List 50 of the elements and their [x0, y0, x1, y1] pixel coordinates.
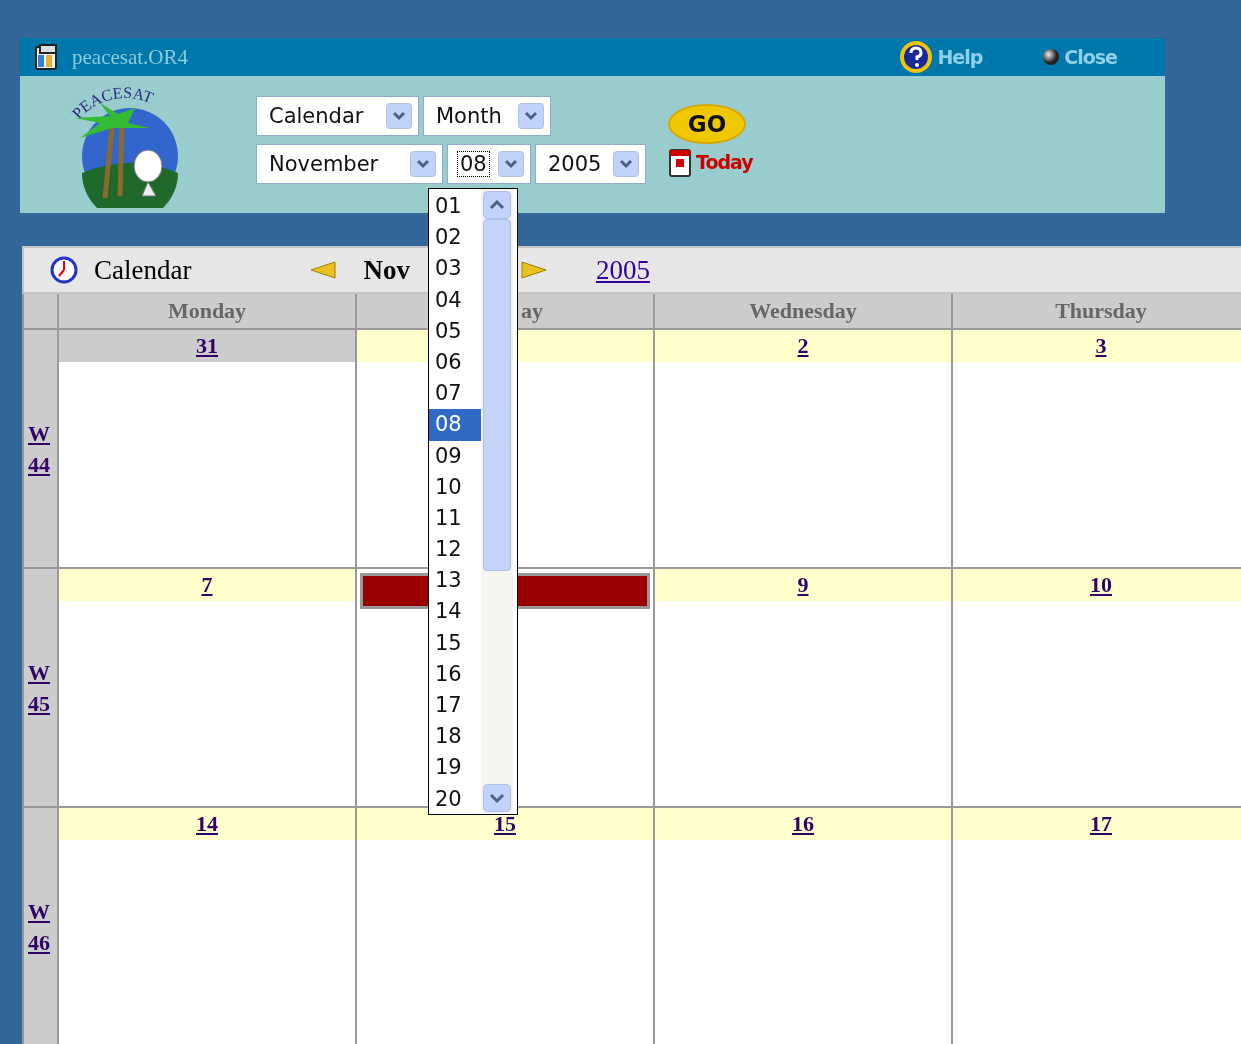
date-link[interactable]: 16	[792, 811, 814, 836]
dropdown[interactable]: November	[256, 144, 443, 184]
list-option[interactable]: 20	[429, 783, 481, 815]
list-option[interactable]: 02	[429, 222, 481, 254]
date-link[interactable]: 9	[797, 572, 809, 597]
list-option[interactable]: 15	[429, 627, 481, 659]
scroll-up-icon[interactable]	[483, 191, 511, 219]
list-option[interactable]: 01	[429, 191, 481, 223]
clock-icon	[50, 256, 78, 284]
scroll-down-icon[interactable]	[483, 784, 511, 812]
list-option[interactable]: 08	[429, 409, 481, 441]
list-option[interactable]: 12	[429, 534, 481, 566]
list-option[interactable]: 06	[429, 346, 481, 379]
month-title: Nov	[363, 254, 410, 286]
scroll-thumb[interactable]	[483, 219, 511, 571]
date-link[interactable]: 31	[196, 333, 218, 358]
date-link[interactable]: 14	[196, 811, 218, 836]
day-header: Wednesday	[655, 294, 951, 328]
list-option[interactable]: 18	[429, 721, 481, 753]
app-title: peacesat.OR4	[72, 44, 189, 70]
year-link[interactable]: 2005	[595, 254, 650, 286]
list-option[interactable]: 14	[429, 596, 481, 628]
list-option[interactable]: 19	[429, 752, 481, 784]
help-icon	[899, 40, 934, 74]
dropdown[interactable]: Calendar	[256, 96, 419, 136]
calendar-page-icon	[668, 146, 694, 178]
list-option[interactable]: 11	[429, 502, 481, 535]
dropdown[interactable]: 08	[447, 144, 531, 184]
list-option[interactable]: 10	[429, 471, 481, 503]
date-link[interactable]: 2	[797, 333, 809, 358]
list-option[interactable]: 13	[429, 565, 481, 597]
dropdown[interactable]: Month	[423, 96, 551, 136]
dropdown[interactable]: 2005	[535, 144, 646, 184]
scrollbar[interactable]	[481, 189, 513, 814]
list-option[interactable]: 07	[429, 378, 481, 410]
date-link[interactable]: 10	[1090, 572, 1112, 597]
date-link[interactable]: 7	[201, 572, 213, 597]
go-button[interactable]: GO	[668, 104, 746, 144]
sphere-icon	[1042, 48, 1061, 66]
list-option[interactable]: 09	[429, 440, 481, 472]
left-arrow-icon[interactable]	[309, 261, 338, 279]
day-header: Monday	[59, 294, 355, 328]
date-link[interactable]: 15	[494, 811, 516, 836]
list-option[interactable]: 17	[429, 690, 481, 722]
date-link[interactable]: 3	[1095, 333, 1107, 358]
list-option[interactable]: 16	[429, 658, 481, 690]
calendar-title: Calendar	[94, 254, 192, 286]
date-link[interactable]: 17	[1090, 811, 1112, 836]
day-header: Thursday	[953, 294, 1241, 328]
list-option[interactable]: 03	[429, 253, 481, 285]
